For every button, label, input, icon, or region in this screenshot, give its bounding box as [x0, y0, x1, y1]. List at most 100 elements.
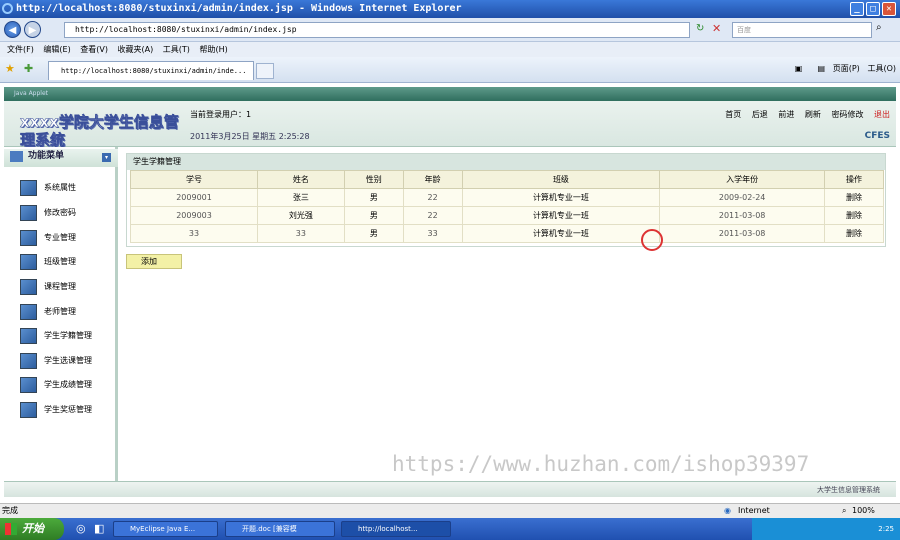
- window-title: http://localhost:8080/stuxinxi/admin/ind…: [16, 3, 462, 14]
- cell-gender: 男: [343, 188, 404, 207]
- link-refresh[interactable]: 刷新: [805, 110, 821, 119]
- new-tab-button[interactable]: [256, 63, 274, 79]
- top-links: 首页 后退 前进 刷新 密码修改 退出: [717, 109, 890, 120]
- cell-class: 计算机专业一班: [461, 224, 661, 243]
- add-button[interactable]: 添加: [126, 254, 182, 269]
- cell-id: 33: [129, 224, 259, 243]
- tab-current[interactable]: http://localhost:8080/stuxinxi/admin/ind…: [48, 61, 254, 80]
- link-home[interactable]: 首页: [725, 110, 741, 119]
- records-panel: 学生学籍管理 学号 姓名 性别 年龄 班级 入学年份 操作 2009001 张三…: [126, 153, 886, 247]
- address-toolbar: ◀ ▶ http://localhost:8080/stuxinxi/admin…: [0, 18, 900, 42]
- menu-edit[interactable]: 编辑(E): [43, 42, 70, 57]
- search-input[interactable]: 百度: [732, 22, 872, 38]
- cell-class: 计算机专业一班: [461, 206, 661, 225]
- cell-age: 22: [402, 188, 463, 207]
- cell-gender: 男: [343, 224, 404, 243]
- sidebar-item-label: 修改密码: [44, 208, 76, 217]
- sidebar-item-class[interactable]: 班级管理: [20, 252, 116, 272]
- sidebar-item-label: 班级管理: [44, 257, 76, 266]
- sidebar-item-grades[interactable]: 学生成绩管理: [20, 375, 116, 395]
- menu-file[interactable]: 文件(F): [7, 42, 34, 57]
- start-button[interactable]: 开始: [0, 518, 64, 540]
- cell-age: 33: [402, 224, 463, 243]
- menu-icon: [10, 151, 23, 162]
- link-logout[interactable]: 退出: [874, 110, 890, 119]
- taskbar: 开始 ◎ ◧ MyEclipse Java E... 开题.doc [兼容模 h…: [0, 518, 900, 540]
- sidebar-item-course[interactable]: 课程管理: [20, 277, 116, 297]
- watermark: https://www.huzhan.com/ishop39397: [392, 452, 810, 476]
- zone-text: Internet: [738, 506, 770, 515]
- favorites-star-icon[interactable]: ★: [5, 62, 15, 75]
- command-bar: ▣ ▤ 页面(P) 工具(O): [795, 63, 896, 74]
- sidebar-item-label: 学生选课管理: [44, 356, 92, 365]
- sidebar-item-label: 专业管理: [44, 233, 76, 242]
- desktop-quicklaunch-icon[interactable]: ◧: [94, 522, 104, 535]
- student-icon: [20, 402, 37, 418]
- sidebar-title: 功能菜单: [28, 151, 65, 161]
- cell-age: 22: [402, 206, 463, 225]
- forward-arrow-icon[interactable]: ▶: [24, 21, 41, 38]
- sidebar-header: 功能菜单 ▾: [4, 149, 118, 167]
- link-back[interactable]: 后退: [752, 110, 768, 119]
- sidebar-item-system[interactable]: 系统属性: [20, 178, 116, 198]
- delete-link[interactable]: 删除: [823, 224, 885, 243]
- app-header-text: Java Applet: [14, 90, 49, 97]
- close-window-button[interactable]: ✕: [882, 2, 896, 16]
- records-table: 学号 姓名 性别 年龄 班级 入学年份 操作 2009001 张三 男 22 计…: [129, 170, 885, 243]
- task-myeclipse[interactable]: MyEclipse Java E...: [113, 521, 218, 537]
- collapse-icon[interactable]: ▾: [102, 153, 111, 162]
- course-icon: [20, 279, 37, 295]
- menu-tools[interactable]: 工具(T): [163, 42, 190, 57]
- sidebar-item-student-status[interactable]: 学生学籍管理: [20, 326, 116, 346]
- home-icon[interactable]: ▣: [795, 64, 803, 73]
- status-bar: 完成 ◉ Internet ⌕ 100%: [0, 503, 900, 518]
- task-ie[interactable]: http://localhost...: [341, 521, 451, 537]
- student-icon: [20, 328, 37, 344]
- menu-help[interactable]: 帮助(H): [199, 42, 227, 57]
- menu-favorites[interactable]: 收藏夹(A): [118, 42, 154, 57]
- window-titlebar: http://localhost:8080/stuxinxi/admin/ind…: [0, 0, 900, 18]
- page-menu[interactable]: 页面(P): [833, 64, 860, 73]
- password-icon: [20, 205, 37, 221]
- minimize-button[interactable]: _: [850, 2, 864, 16]
- sidebar-item-label: 学生成绩管理: [44, 380, 92, 389]
- tools-menu[interactable]: 工具(O): [867, 64, 896, 73]
- sidebar-item-password[interactable]: 修改密码: [20, 203, 116, 223]
- sidebar-item-teacher[interactable]: 老师管理: [20, 302, 116, 322]
- panel-title: 学生学籍管理: [127, 154, 885, 170]
- link-password[interactable]: 密码修改: [831, 110, 863, 119]
- delete-link[interactable]: 删除: [823, 206, 885, 225]
- ie-quicklaunch-icon[interactable]: ◎: [76, 522, 86, 535]
- print-icon[interactable]: ▤: [818, 64, 826, 73]
- address-input[interactable]: http://localhost:8080/stuxinxi/admin/ind…: [64, 22, 690, 38]
- add-favorites-icon[interactable]: ✚: [24, 62, 33, 75]
- sidebar-item-major[interactable]: 专业管理: [20, 228, 116, 248]
- sidebar-item-label: 老师管理: [44, 307, 76, 316]
- table-row: 33 33 男 33 计算机专业一班 2011-03-08 删除: [129, 224, 885, 243]
- column-header: 班级: [461, 170, 661, 189]
- search-icon[interactable]: ⌕: [876, 22, 882, 33]
- back-arrow-icon[interactable]: ◀: [4, 21, 21, 38]
- task-word[interactable]: 开题.doc [兼容模: [225, 521, 335, 537]
- start-label: 开始: [22, 522, 44, 535]
- delete-link[interactable]: 删除: [823, 188, 885, 207]
- maximize-button[interactable]: □: [866, 2, 880, 16]
- teacher-icon: [20, 304, 37, 320]
- stop-icon[interactable]: ✕: [712, 22, 721, 35]
- app-banner: xxxx学院大学生信息管理系统 当前登录用户：1 2011年3月25日 星期五 …: [4, 101, 896, 149]
- sidebar: 功能菜单 ▾ 系统属性 修改密码 专业管理 班级管理 课程管理 老师管理 学生学…: [4, 147, 118, 481]
- sidebar-item-label: 系统属性: [44, 183, 76, 192]
- zoom-level[interactable]: 100%: [852, 504, 875, 518]
- refresh-icon[interactable]: ↻: [696, 23, 704, 34]
- menu-view[interactable]: 查看(V): [80, 42, 108, 57]
- menu-bar: 文件(F) 编辑(E) 查看(V) 收藏夹(A) 工具(T) 帮助(H): [0, 42, 900, 57]
- link-forward[interactable]: 前进: [778, 110, 794, 119]
- sidebar-item-course-selection[interactable]: 学生选课管理: [20, 351, 116, 371]
- sidebar-item-rewards[interactable]: 学生奖惩管理: [20, 400, 116, 420]
- cell-gender: 男: [343, 206, 404, 225]
- sidebar-item-label: 学生学籍管理: [44, 331, 92, 340]
- screen: http://localhost:8080/stuxinxi/admin/ind…: [0, 0, 900, 540]
- table-header-row: 学号 姓名 性别 年龄 班级 入学年份 操作: [129, 170, 885, 189]
- brand-logo: CFES: [864, 131, 890, 141]
- column-header: 操作: [823, 170, 885, 189]
